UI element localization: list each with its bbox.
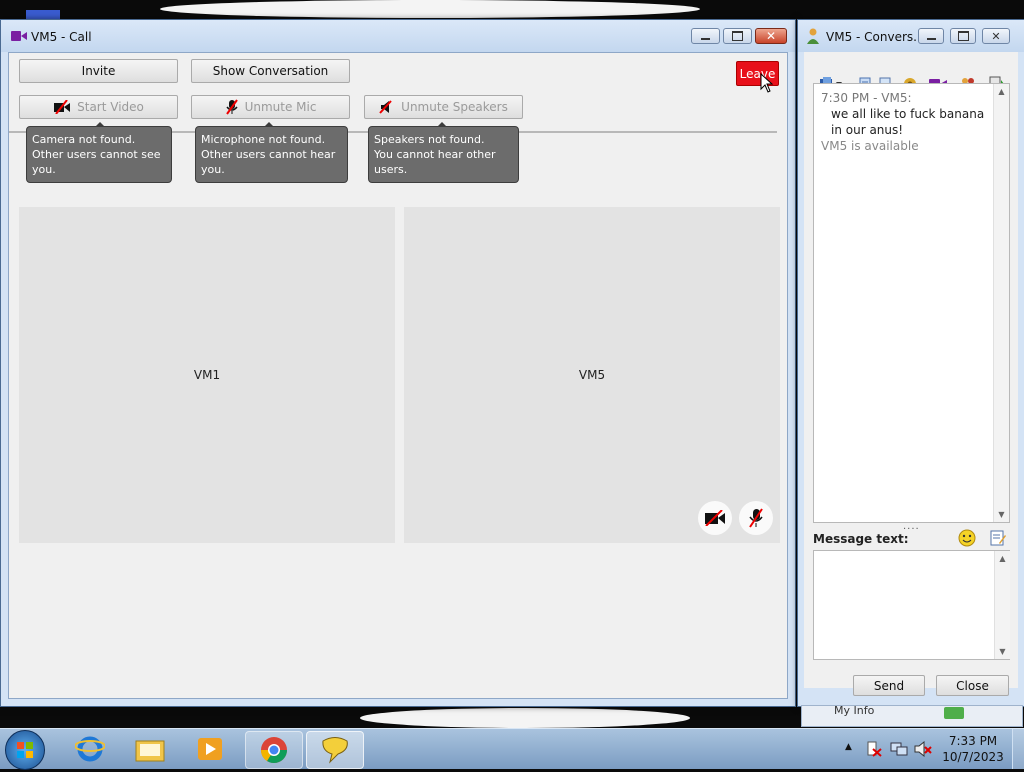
unmute-mic-button[interactable]: Unmute Mic bbox=[191, 95, 350, 119]
minimize-button[interactable] bbox=[691, 28, 720, 44]
microphone-tooltip-line2: Other users cannot hear you. bbox=[201, 148, 336, 176]
minimize-icon bbox=[926, 38, 936, 40]
call-client-area: Invite Show Conversation Leave Start Vid… bbox=[8, 52, 788, 699]
message-text-label: Message text: bbox=[813, 532, 909, 546]
show-desktop-button[interactable] bbox=[1012, 729, 1024, 769]
maximize-button[interactable] bbox=[950, 28, 976, 44]
conversation-titlebar[interactable]: VM5 - Convers... ✕ bbox=[798, 20, 1024, 52]
scroll-up-icon: ▲ bbox=[998, 87, 1005, 96]
desktop-wallpaper bbox=[160, 0, 700, 18]
message-body: we all like to fuck banana in our anus! bbox=[831, 107, 985, 137]
camera-tooltip-line1: Camera not found. bbox=[32, 133, 136, 146]
conversation-window-title: VM5 - Convers... bbox=[826, 30, 925, 44]
folder-icon bbox=[135, 740, 165, 762]
invite-button[interactable]: Invite bbox=[19, 59, 178, 83]
close-button[interactable]: ✕ bbox=[982, 28, 1010, 44]
minimize-button[interactable] bbox=[918, 28, 944, 44]
system-clock[interactable]: 7:33 PM 10/7/2023 bbox=[940, 733, 1006, 765]
microphone-tooltip: Microphone not found. Other users cannot… bbox=[195, 122, 348, 183]
desktop-wallpaper-streak bbox=[360, 708, 690, 728]
microphone-tooltip-line1: Microphone not found. bbox=[201, 133, 326, 146]
unmute-mic-label: Unmute Mic bbox=[244, 100, 317, 114]
clock-time: 7:33 PM bbox=[948, 734, 998, 748]
user-icon bbox=[807, 28, 819, 44]
emoticon-button[interactable] bbox=[958, 529, 976, 547]
speakers-tooltip: Speakers not found. You cannot hear othe… bbox=[368, 122, 519, 183]
maximize-icon bbox=[732, 31, 743, 41]
presence-status: VM5 is available bbox=[821, 139, 919, 153]
history-scrollbar[interactable]: ▲ ▼ bbox=[993, 84, 1009, 522]
media-player-icon bbox=[198, 738, 222, 760]
taskbar: ▲ 7:33 PM 10/7/2023 bbox=[0, 728, 1024, 770]
send-button[interactable]: Send bbox=[853, 675, 925, 696]
message-input-scrollbar[interactable]: ▲ ▼ bbox=[994, 551, 1010, 659]
show-conversation-button[interactable]: Show Conversation bbox=[191, 59, 350, 83]
mouse-cursor-icon bbox=[760, 73, 774, 93]
show-hidden-icons-button[interactable]: ▲ bbox=[845, 742, 852, 752]
speaker-off-icon bbox=[379, 100, 392, 114]
speakers-tooltip-line1: Speakers not found. bbox=[374, 133, 485, 146]
video-pane-vm1[interactable]: VM1 bbox=[19, 207, 395, 543]
close-icon: ✕ bbox=[765, 29, 777, 43]
chat-bubble-icon bbox=[322, 737, 348, 764]
unmute-speakers-button[interactable]: Unmute Speakers bbox=[364, 95, 523, 119]
call-titlebar[interactable]: VM5 - Call ✕ bbox=[1, 20, 795, 52]
close-icon: ✕ bbox=[991, 29, 1001, 43]
video-pane-vm5[interactable]: VM5 bbox=[404, 207, 780, 543]
windows-logo-icon bbox=[17, 742, 33, 758]
note-edit-icon bbox=[990, 530, 1006, 546]
conversation-window: VM5 - Convers... ✕ 7:30 PM - VM5: we all… bbox=[797, 19, 1024, 707]
maximize-icon bbox=[957, 31, 969, 41]
action-center-icon[interactable] bbox=[866, 741, 882, 757]
internet-explorer-icon bbox=[75, 736, 105, 762]
my-info-label: My Info bbox=[834, 704, 875, 717]
scroll-down-icon: ▼ bbox=[999, 647, 1006, 656]
video-off-icon bbox=[54, 100, 71, 114]
volume-muted-icon[interactable] bbox=[914, 741, 932, 757]
clock-date: 10/7/2023 bbox=[942, 750, 1004, 764]
background-window-strip[interactable]: My Info bbox=[801, 704, 1023, 727]
message-input[interactable] bbox=[813, 550, 1010, 660]
taskbar-chrome[interactable] bbox=[245, 731, 303, 769]
call-window-title: VM5 - Call bbox=[31, 30, 92, 44]
chrome-icon bbox=[260, 737, 288, 764]
call-window: VM5 - Call ✕ Invite Show Conversation Le… bbox=[0, 19, 796, 707]
start-video-button[interactable]: Start Video bbox=[19, 95, 178, 119]
network-icon[interactable] bbox=[890, 741, 908, 757]
remote-video-off-indicator bbox=[698, 501, 732, 535]
participant-name: VM1 bbox=[193, 368, 221, 382]
smiley-icon bbox=[958, 529, 976, 547]
taskbar-chat-app[interactable] bbox=[306, 731, 364, 769]
mic-off-icon bbox=[749, 508, 763, 528]
start-video-label: Start Video bbox=[77, 100, 144, 114]
remote-mic-off-indicator bbox=[739, 501, 773, 535]
taskbar-media-player[interactable] bbox=[182, 731, 238, 767]
maximize-button[interactable] bbox=[723, 28, 752, 44]
taskbar-internet-explorer[interactable] bbox=[62, 731, 118, 767]
camera-tooltip-line2: Other users cannot see you. bbox=[32, 148, 161, 176]
video-off-icon bbox=[705, 510, 725, 526]
status-icon bbox=[944, 707, 964, 719]
unmute-speakers-label: Unmute Speakers bbox=[401, 100, 508, 114]
video-camera-icon bbox=[11, 31, 27, 41]
message-history[interactable]: 7:30 PM - VM5: we all like to fuck banan… bbox=[813, 83, 1010, 523]
message-header: 7:30 PM - VM5: bbox=[821, 91, 912, 105]
speakers-tooltip-line2: You cannot hear other users. bbox=[374, 148, 496, 176]
format-text-button[interactable] bbox=[989, 529, 1007, 547]
scroll-down-icon: ▼ bbox=[998, 510, 1005, 519]
participant-name: VM5 bbox=[578, 368, 606, 382]
camera-tooltip: Camera not found. Other users cannot see… bbox=[26, 122, 172, 183]
close-conversation-button[interactable]: Close bbox=[936, 675, 1009, 696]
start-button[interactable] bbox=[5, 730, 45, 770]
minimize-icon bbox=[701, 38, 710, 40]
mic-off-icon bbox=[225, 99, 238, 115]
scroll-up-icon: ▲ bbox=[999, 554, 1006, 563]
taskbar-explorer[interactable] bbox=[122, 731, 178, 767]
close-button[interactable]: ✕ bbox=[755, 28, 787, 44]
